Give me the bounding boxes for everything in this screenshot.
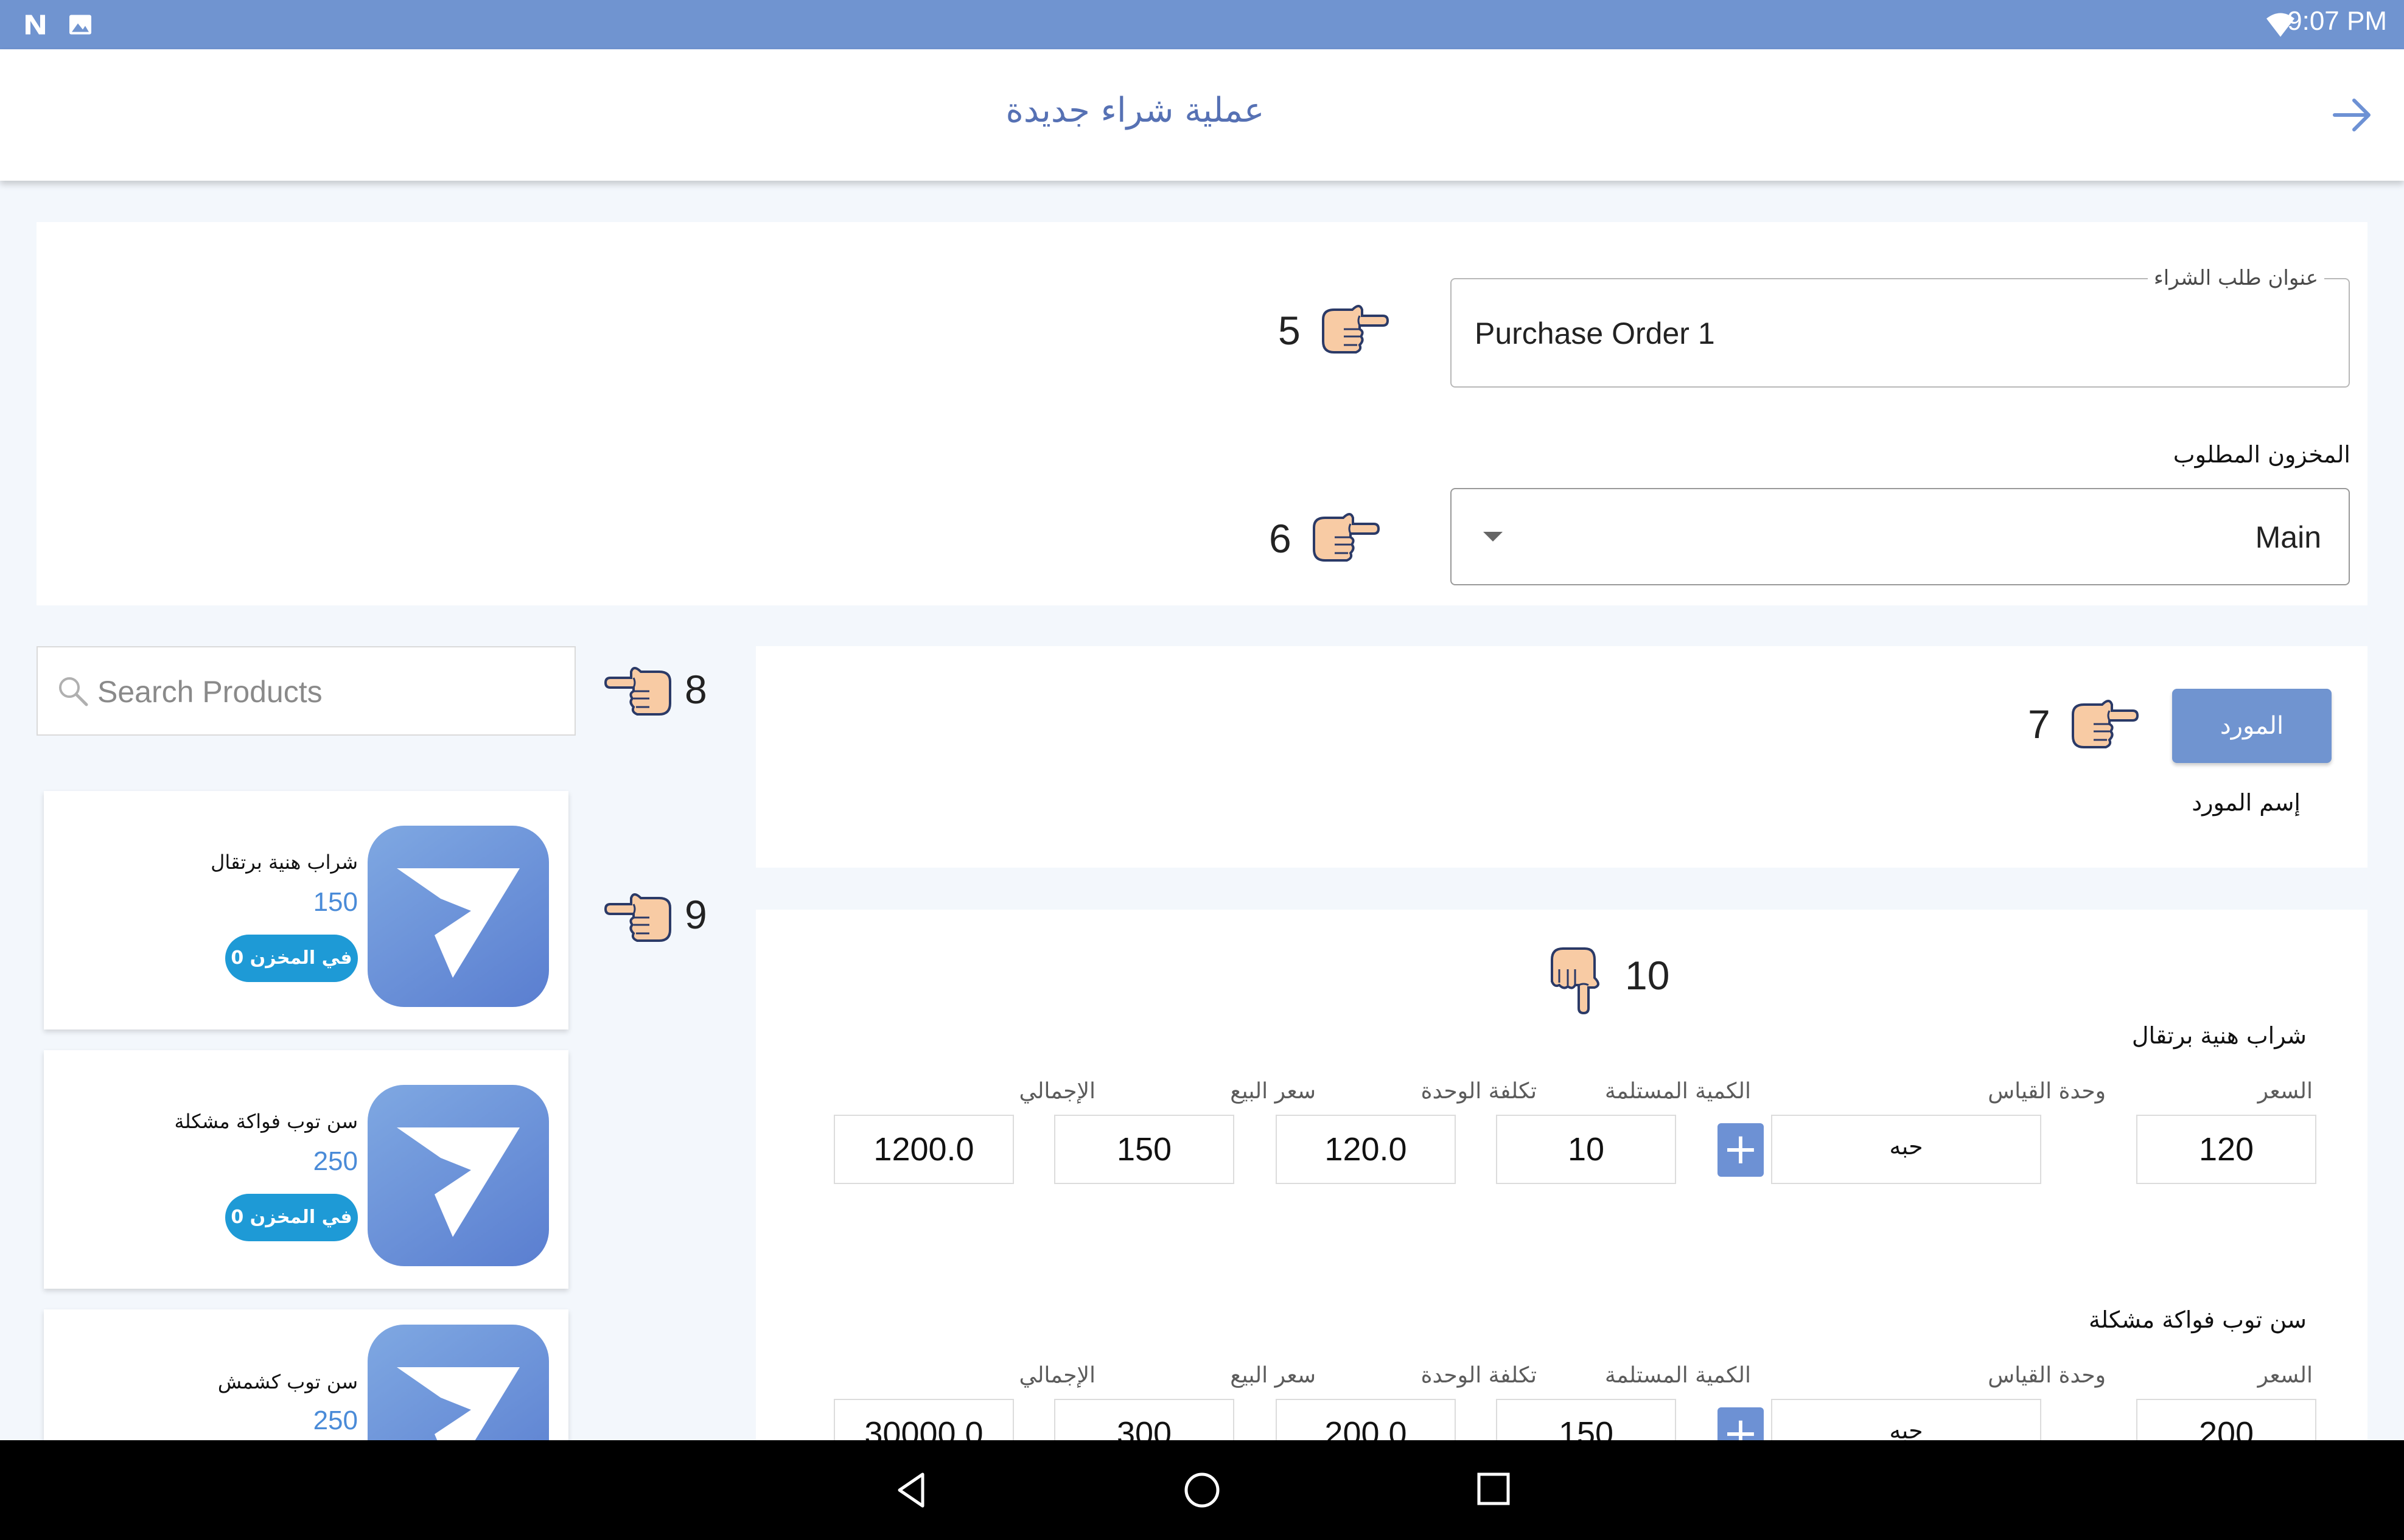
price-column-label: السعر (2257, 1079, 2313, 1104)
purchase-title-field[interactable]: عنوان طلب الشراء Purchase Order 1 (1450, 266, 2350, 388)
stock-badge: 0 في المخزن (225, 935, 358, 982)
product-card[interactable]: سن توب كشمش 250 (44, 1309, 568, 1440)
received-qty-column-label: الكمية المستلمة (1604, 1079, 1751, 1104)
total-column-label: الإجمالي (1019, 1079, 1095, 1104)
search-icon (59, 677, 88, 706)
add-unit-button[interactable]: + (1717, 1123, 1764, 1177)
hint-number-9: 9 (685, 892, 707, 937)
purchase-title-label: عنوان طلب الشراء (2147, 266, 2324, 290)
product-name: سن توب فواكة مشكلة (174, 1110, 358, 1133)
supplier-button[interactable]: المورد (2172, 689, 2332, 763)
item-received-qty-input[interactable]: 10 (1496, 1115, 1676, 1184)
item-total-input[interactable]: 1200.0 (834, 1115, 1014, 1184)
warehouse-select[interactable]: Main (1450, 488, 2350, 585)
unit-column-label: وحدة القياس (1988, 1363, 2106, 1388)
product-price: 250 (313, 1406, 358, 1435)
supplier-name-label: إسم المورد (2192, 789, 2301, 816)
search-placeholder: Search Products (97, 675, 323, 709)
total-column-label: الإجمالي (1019, 1363, 1095, 1388)
home-circle-icon[interactable] (1183, 1471, 1221, 1510)
product-logo-icon (368, 1325, 549, 1440)
hint-number-10: 10 (1625, 953, 1670, 998)
supplier-card: المورد 7 إسم المورد (756, 646, 2367, 868)
chevron-down-icon (1483, 532, 1503, 542)
purchase-title-value[interactable]: Purchase Order 1 (1475, 316, 1715, 351)
item-name: سن توب فواكة مشكلة (2089, 1306, 2307, 1333)
pointing-hand-right-icon (2072, 700, 2139, 748)
app-bar: عملية شراء جديدة (0, 49, 2404, 181)
product-logo-icon (368, 1085, 549, 1266)
sell-price-column-label: سعر البيع (1230, 1363, 1316, 1388)
product-name: شراب هنية برتقال (211, 851, 358, 874)
image-icon (69, 15, 91, 35)
product-logo-icon (368, 826, 549, 1007)
sell-price-column-label: سعر البيع (1230, 1079, 1316, 1104)
recents-square-icon[interactable] (1475, 1471, 1512, 1507)
item-unit-select[interactable]: حبه (1771, 1115, 2041, 1184)
status-bar: 9:07 PM (0, 0, 2404, 49)
search-input[interactable]: Search Products (37, 646, 576, 736)
navigation-bar (0, 1440, 2404, 1540)
unit-column-label: وحدة القياس (1988, 1079, 2106, 1104)
page-title: عملية شراء جديدة (1005, 91, 1265, 130)
unit-cost-column-label: تكلفة الوحدة (1420, 1079, 1537, 1104)
hint-number-7: 7 (2028, 702, 2050, 747)
pointing-hand-left-icon (604, 893, 671, 942)
price-column-label: السعر (2257, 1363, 2313, 1388)
product-card[interactable]: سن توب فواكة مشكلة 250 0 في المخزن (44, 1050, 568, 1289)
pointing-hand-right-icon (1313, 513, 1380, 562)
hint-number-6: 6 (1269, 516, 1291, 561)
warehouse-label: المخزون المطلوب (2173, 441, 2350, 468)
item-name: شراب هنية برتقال (2131, 1022, 2307, 1049)
product-card[interactable]: شراب هنية برتقال 150 0 في المخزن (44, 791, 568, 1030)
pointing-hand-right-icon (1322, 305, 1389, 354)
pointing-hand-down-icon (1551, 947, 1599, 1015)
order-info-card: عنوان طلب الشراء Purchase Order 1 5 المخ… (37, 222, 2367, 605)
clock: 9:07 PM (2287, 6, 2387, 36)
item-sell-price-input[interactable]: 150 (1054, 1115, 1234, 1184)
notification-n-icon (26, 15, 45, 35)
back-triangle-icon[interactable] (892, 1471, 931, 1510)
item-price-input[interactable]: 120 (2136, 1115, 2316, 1184)
arrow-right-icon[interactable] (2331, 97, 2374, 133)
product-price: 150 (313, 887, 358, 917)
pointing-hand-left-icon (604, 667, 671, 716)
hint-number-8: 8 (685, 667, 707, 712)
warehouse-value: Main (2255, 520, 2321, 554)
product-name: سن توب كشمش (217, 1370, 358, 1393)
product-price: 250 (313, 1146, 358, 1176)
item-unit-cost-input[interactable]: 120.0 (1276, 1115, 1456, 1184)
unit-cost-column-label: تكلفة الوحدة (1420, 1363, 1537, 1388)
stock-badge: 0 في المخزن (225, 1194, 358, 1241)
hint-number-5: 5 (1278, 308, 1301, 353)
received-qty-column-label: الكمية المستلمة (1604, 1363, 1751, 1388)
